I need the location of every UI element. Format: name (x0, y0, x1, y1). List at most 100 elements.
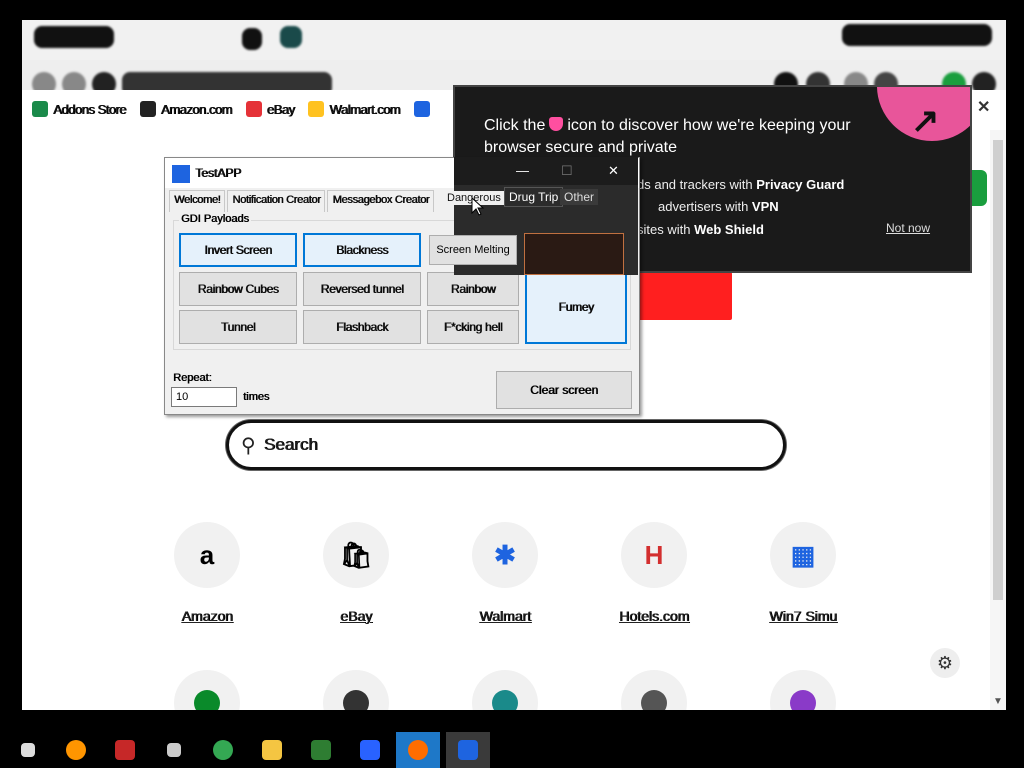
fcking-hell-button[interactable]: F*cking hell (427, 310, 519, 344)
tile-label: Win7 Simu (769, 608, 837, 624)
tab-welcome[interactable]: Welcome! (169, 190, 226, 212)
tile-walmart[interactable]: ✱ Walmart (450, 522, 560, 624)
box-icon (167, 743, 181, 757)
toolbox-icon (115, 740, 135, 760)
tile-row2[interactable] (450, 670, 560, 710)
taskbar-testapp[interactable] (446, 732, 490, 768)
hotels-icon: H (621, 522, 687, 588)
chrome-icon (213, 740, 233, 760)
addons-store-icon (32, 101, 48, 117)
taskbar-start[interactable] (6, 732, 50, 768)
taskbar-firefox[interactable] (54, 732, 98, 768)
invert-screen-button[interactable]: Invert Screen (179, 233, 297, 267)
app-title: TestAPP (195, 166, 242, 180)
tile-win7-simu[interactable]: ▦ Win7 Simu (748, 522, 858, 624)
close-icon[interactable]: ✕ (977, 97, 990, 117)
browser-tab-strip[interactable] (22, 20, 1006, 60)
folder-icon (262, 740, 282, 760)
paint-icon (311, 740, 331, 760)
times-label: times (243, 391, 270, 403)
tab-messagebox-creator[interactable]: Messagebox Creator (327, 190, 435, 212)
maximize-icon[interactable]: ☐ (561, 163, 573, 179)
tile-label: Walmart (479, 608, 531, 624)
bookmark-page-icon (413, 101, 430, 117)
desktop-screen: Addons Store Amazon.com eBay Walmart.com… (0, 0, 1024, 768)
taskbar-avast[interactable] (396, 732, 440, 768)
search-input[interactable] (263, 435, 744, 455)
tile-label: Amazon (181, 608, 233, 624)
bookmark-walmart[interactable]: Walmart.com (308, 101, 400, 117)
clear-screen-button[interactable]: Clear screen (496, 371, 632, 409)
site-icon (323, 670, 389, 710)
gear-icon[interactable]: ⚙ (930, 648, 960, 678)
tile-amazon[interactable]: a Amazon (152, 522, 262, 624)
scrollbar-thumb[interactable] (993, 140, 1003, 600)
tab-glitch (842, 24, 992, 46)
popup-line-privacy: ds and trackers with Privacy Guard (637, 177, 845, 192)
ebay-icon (245, 101, 262, 117)
taskbar-toolbox[interactable] (103, 732, 147, 768)
popup-line-vpn: advertisers with VPN (658, 199, 779, 214)
walmart-icon (308, 101, 325, 117)
taskbar-folder[interactable] (250, 732, 294, 768)
tile-row2[interactable] (152, 670, 262, 710)
tile-row2[interactable] (599, 670, 709, 710)
fumey-button[interactable]: Fumey (525, 270, 627, 344)
taskbar-paint[interactable] (299, 732, 343, 768)
search-icon: ⚲ (241, 434, 256, 457)
bookmark-ebay[interactable]: eBay (245, 101, 295, 117)
firefox-icon (66, 740, 86, 760)
repeat-label: Repeat: (173, 372, 212, 384)
walmart-icon: ✱ (472, 522, 538, 588)
taskbar (0, 732, 1024, 768)
start-icon (21, 743, 35, 757)
app-icon (172, 165, 190, 183)
testapp-icon (458, 740, 478, 760)
tab-notification-creator[interactable]: Notification Creator (227, 190, 326, 212)
site-icon (174, 670, 240, 710)
shopping-bag-icon: 🛍 (323, 522, 389, 588)
taskbar-image[interactable] (348, 732, 392, 768)
tile-row2[interactable] (301, 670, 411, 710)
group-label: GDI Payloads (179, 213, 251, 225)
blackness-button[interactable]: Blackness (303, 233, 421, 267)
minimize-icon[interactable]: — (516, 163, 529, 178)
tile-ebay[interactable]: 🛍 eBay (301, 522, 411, 624)
rainbow-cubes-button[interactable]: Rainbow Cubes (179, 272, 297, 306)
screen-melting-button[interactable]: Screen Melting (429, 235, 517, 265)
close-icon[interactable]: ✕ (608, 163, 619, 179)
window-controls: — ☐ ✕ (454, 157, 638, 185)
tab-other[interactable]: Other (560, 189, 599, 205)
avast-icon (408, 740, 428, 760)
tunnel-button[interactable]: Tunnel (179, 310, 297, 344)
reversed-tunnel-button[interactable]: Reversed tunnel (303, 272, 421, 306)
not-now-link[interactable]: Not now (886, 221, 930, 235)
glitch-panel (524, 233, 624, 275)
tab-glitch (242, 28, 262, 50)
scroll-down-icon[interactable]: ▼ (993, 696, 1003, 707)
amazon-icon (139, 101, 156, 117)
tile-hotels[interactable]: H Hotels.com (599, 522, 709, 624)
tile-label: Hotels.com (618, 608, 690, 624)
amazon-icon: a (174, 522, 240, 588)
popup-line-shield: sites with Web Shield (637, 222, 764, 237)
flashback-button[interactable]: Flashback (303, 310, 421, 344)
site-icon (770, 670, 836, 710)
taskbar-app-box[interactable] (152, 732, 196, 768)
mouse-cursor-icon (471, 197, 485, 216)
bookmark-other[interactable] (413, 101, 435, 117)
image-icon (360, 740, 380, 760)
repeat-count-input[interactable] (171, 387, 237, 407)
red-button[interactable] (636, 272, 732, 320)
taskbar-chrome[interactable] (201, 732, 245, 768)
rainbow-button[interactable]: Rainbow (427, 272, 519, 306)
tile-label: eBay (340, 608, 372, 624)
tab-glitch (34, 26, 114, 48)
shield-icon (549, 117, 564, 131)
arrow-up-right-icon: ↗ (911, 102, 940, 140)
bookmark-addons-store[interactable]: Addons Store (32, 101, 126, 117)
tab-drug-trip[interactable]: Drug Trip (504, 187, 564, 207)
tile-row2[interactable] (748, 670, 858, 710)
search-bar[interactable]: ⚲ (226, 420, 786, 470)
bookmark-amazon[interactable]: Amazon.com (139, 101, 232, 117)
